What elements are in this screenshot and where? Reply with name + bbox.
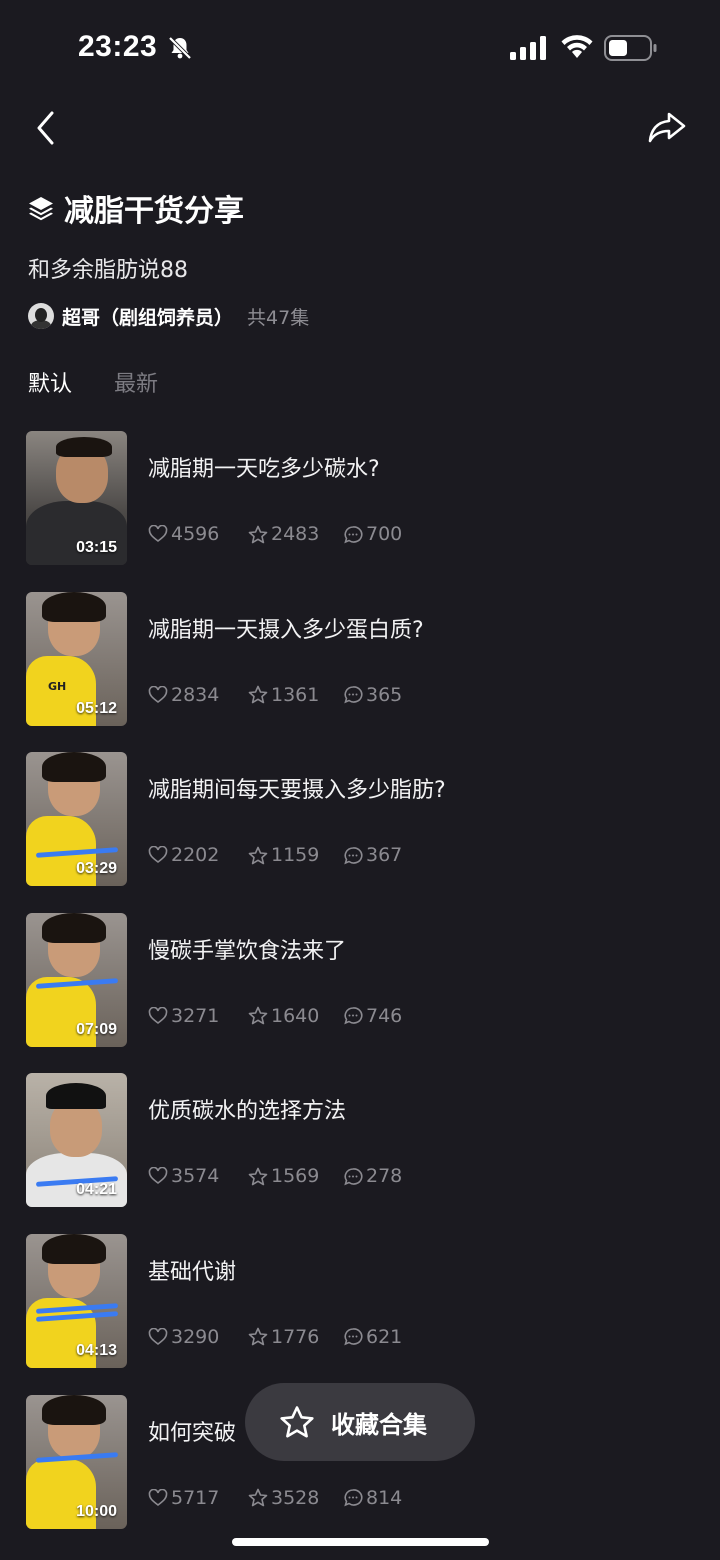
like-stat: 2202 xyxy=(148,844,248,866)
video-thumbnail[interactable]: 04:21 xyxy=(26,1073,127,1208)
episode-item[interactable]: 03:29 减脂期间每天要摄入多少脂肪? 2202 1159 367 xyxy=(26,752,706,887)
episode-stats: 2202 1159 367 xyxy=(148,844,402,866)
comment-icon xyxy=(344,1168,363,1186)
favorite-collection-button[interactable]: 收藏合集 xyxy=(245,1383,475,1461)
episode-count: 共47集 xyxy=(247,306,310,329)
episode-stats: 3271 1640 746 xyxy=(148,1005,402,1027)
video-thumbnail[interactable]: 03:29 xyxy=(26,752,127,887)
like-stat: 3574 xyxy=(148,1165,248,1187)
like-stat: 2834 xyxy=(148,684,248,706)
favorite-stat: 1361 xyxy=(248,684,343,706)
share-icon[interactable] xyxy=(646,106,688,148)
episode-title: 基础代谢 xyxy=(148,1259,237,1285)
video-duration: 04:21 xyxy=(76,1181,117,1199)
tab-default[interactable]: 默认 xyxy=(28,366,72,398)
like-stat: 4596 xyxy=(148,523,248,545)
cellular-signal-icon xyxy=(510,36,546,60)
star-icon xyxy=(248,1328,268,1346)
star-icon xyxy=(248,525,268,543)
comment-stat: 278 xyxy=(343,1165,402,1187)
star-icon xyxy=(248,1006,268,1025)
star-icon xyxy=(248,1167,268,1186)
star-icon xyxy=(248,685,268,704)
collection-subtitle: 和多余脂肪说88 xyxy=(28,258,188,283)
episode-title: 慢碳手掌饮食法来了 xyxy=(148,938,347,964)
video-duration: 03:29 xyxy=(76,860,117,878)
heart-icon xyxy=(148,1167,168,1185)
heart-icon xyxy=(148,1327,168,1345)
comment-stat: 814 xyxy=(343,1487,402,1509)
like-stat: 5717 xyxy=(148,1487,248,1509)
comment-stat: 746 xyxy=(343,1005,402,1027)
comment-stat: 700 xyxy=(343,523,402,545)
video-thumbnail[interactable]: 04:13 xyxy=(26,1233,127,1368)
collection-title: 减脂干货分享 xyxy=(64,194,244,229)
video-thumbnail[interactable]: GH 05:12 xyxy=(26,591,127,726)
video-thumbnail[interactable]: 10:00 xyxy=(26,1394,127,1529)
episode-item[interactable]: 04:13 基础代谢 3290 1776 621 xyxy=(26,1233,706,1368)
author-avatar[interactable] xyxy=(28,303,54,329)
favorite-stat: 1569 xyxy=(248,1165,343,1187)
favorite-stat: 3528 xyxy=(248,1487,343,1509)
comment-icon xyxy=(344,1007,363,1025)
collection-stack-icon xyxy=(29,197,53,221)
sort-tabs: 默认 最新 xyxy=(28,366,158,398)
author-name[interactable]: 超哥（剧组饲养员） xyxy=(62,303,233,330)
video-duration: 10:00 xyxy=(76,1502,117,1520)
comment-stat: 365 xyxy=(343,684,402,706)
favorite-stat: 1159 xyxy=(248,844,343,866)
episode-title: 减脂期一天吃多少碳水? xyxy=(148,457,380,482)
episode-item[interactable]: 04:21 优质碳水的选择方法 3574 1569 278 xyxy=(26,1073,706,1208)
video-duration: 07:09 xyxy=(76,1020,117,1038)
collection-title-row: 减脂干货分享 xyxy=(28,188,244,229)
star-icon xyxy=(248,1488,268,1507)
favorite-stat: 1776 xyxy=(248,1326,343,1348)
episode-title: 优质碳水的选择方法 xyxy=(148,1099,347,1125)
heart-icon xyxy=(148,525,168,543)
heart-icon xyxy=(148,1488,168,1506)
favorite-collection-label: 收藏合集 xyxy=(331,1410,427,1439)
star-icon xyxy=(248,846,268,864)
back-arrow-icon[interactable] xyxy=(28,108,68,148)
tab-latest[interactable]: 最新 xyxy=(114,366,158,398)
episode-title: 减脂期一天摄入多少蛋白质? xyxy=(148,617,424,643)
star-outline-icon xyxy=(280,1406,314,1438)
battery-icon xyxy=(604,35,657,61)
episode-stats: 2834 1361 365 xyxy=(148,684,402,706)
author-row[interactable]: 超哥（剧组饲养员） 共47集 xyxy=(28,300,309,332)
wifi-icon xyxy=(561,35,593,58)
episode-item[interactable]: GH 05:12 减脂期一天摄入多少蛋白质? 2834 1361 365 xyxy=(26,591,706,726)
heart-icon xyxy=(148,1006,168,1024)
home-indicator[interactable] xyxy=(232,1538,489,1546)
video-thumbnail[interactable]: 07:09 xyxy=(26,912,127,1047)
favorite-stat: 1640 xyxy=(248,1005,343,1027)
comment-icon xyxy=(344,846,363,865)
episode-stats: 3290 1776 621 xyxy=(148,1326,402,1348)
heart-icon xyxy=(148,846,168,864)
episode-title: 如何突破 xyxy=(148,1420,237,1446)
episode-stats: 3574 1569 278 xyxy=(148,1165,402,1187)
comment-stat: 367 xyxy=(343,844,402,866)
comment-icon xyxy=(344,686,363,704)
episode-stats: 5717 3528 814 xyxy=(148,1487,402,1509)
episode-stats: 4596 2483 700 xyxy=(148,523,402,545)
video-duration: 04:13 xyxy=(76,1341,117,1359)
heart-icon xyxy=(148,685,168,703)
comment-icon xyxy=(344,525,363,543)
like-stat: 3290 xyxy=(148,1326,248,1348)
episode-title: 减脂期间每天要摄入多少脂肪? xyxy=(148,778,446,804)
status-bar: 23:23 xyxy=(0,0,720,100)
comment-stat: 621 xyxy=(343,1326,402,1348)
like-stat: 3271 xyxy=(148,1005,248,1027)
favorite-stat: 2483 xyxy=(248,523,343,545)
comment-icon xyxy=(344,1328,363,1346)
video-duration: 05:12 xyxy=(76,699,117,717)
episode-item[interactable]: 07:09 慢碳手掌饮食法来了 3271 1640 746 xyxy=(26,912,706,1047)
mute-bell-icon xyxy=(168,36,192,60)
video-thumbnail[interactable]: 03:15 xyxy=(26,431,127,565)
video-duration: 03:15 xyxy=(76,539,117,556)
comment-icon xyxy=(344,1489,363,1507)
status-time: 23:23 xyxy=(78,30,158,63)
episode-item[interactable]: 03:15 减脂期一天吃多少碳水? 4596 2483 700 xyxy=(26,431,706,565)
